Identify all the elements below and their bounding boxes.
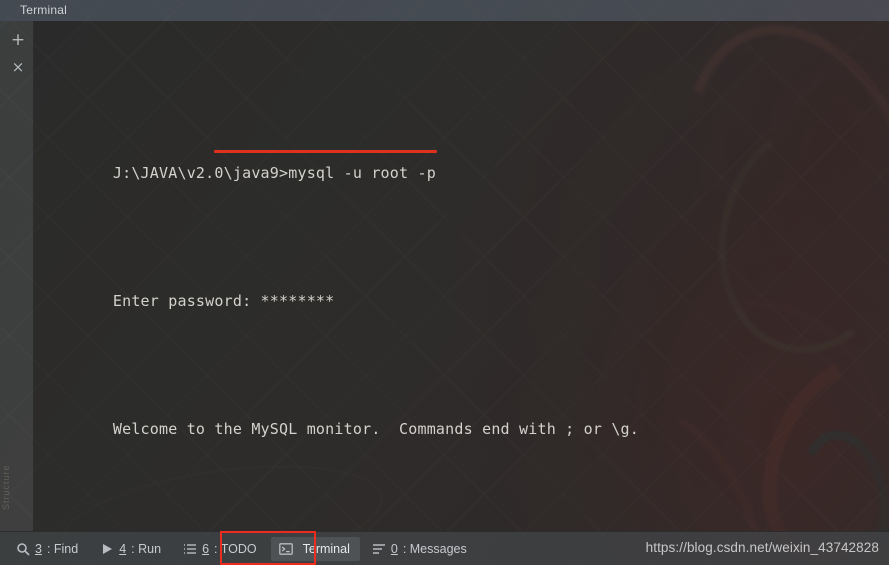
search-icon: [16, 542, 30, 556]
terminal-line: Welcome to the MySQL monitor. Commands e…: [39, 381, 889, 438]
status-item-label: : TODO: [214, 542, 257, 556]
status-item-find[interactable]: 3 : Find: [8, 537, 88, 561]
status-item-run[interactable]: 4 : Run: [92, 537, 171, 561]
list-icon: [183, 542, 197, 556]
watermark-url: https://blog.csdn.net/weixin_43742828: [645, 540, 879, 555]
edge-tool-label[interactable]: Structure: [1, 360, 11, 510]
status-item-label: Terminal: [302, 542, 350, 556]
status-bar-items: 3 : Find 4 : Run 6 : TODO Terminal 0: M…: [8, 532, 481, 565]
terminal-line: Your MySQL connection id is 549: [39, 509, 889, 531]
terminal-lines: J:\JAVA\v2.0\java9>mysql -u root -p Ente…: [39, 29, 889, 531]
new-session-button[interactable]: +: [9, 31, 27, 49]
status-item-number: 6: [202, 542, 210, 556]
tool-window-header: Terminal: [0, 0, 889, 21]
terminal-line: Enter password: ********: [39, 253, 889, 310]
play-icon: [100, 542, 114, 556]
terminal-line-text: Enter password: ********: [112, 292, 335, 310]
status-item-label: : Messages: [402, 542, 467, 556]
status-item-label: : Find: [46, 542, 79, 556]
ide-terminal-window: Terminal + × Structure J:\JAVA\v2.0\java…: [0, 0, 889, 565]
tool-window-title: Terminal: [20, 3, 67, 17]
command-red-underline: [214, 150, 437, 153]
status-item-todo[interactable]: 6 : TODO: [175, 537, 267, 561]
terminal-line-text: J:\JAVA\v2.0\java9>mysql -u root -p: [112, 164, 436, 182]
close-session-button[interactable]: ×: [9, 58, 27, 76]
terminal-icon: [278, 542, 293, 556]
status-item-number: 3: [35, 542, 42, 556]
status-item-number: 0: [390, 542, 398, 556]
terminal-line: J:\JAVA\v2.0\java9>mysql -u root -p: [39, 125, 889, 182]
messages-icon: [372, 542, 386, 556]
status-item-terminal[interactable]: Terminal: [270, 537, 360, 561]
terminal-output-panel[interactable]: J:\JAVA\v2.0\java9>mysql -u root -p Ente…: [34, 21, 889, 531]
status-item-number: 4: [119, 542, 127, 556]
terminal-line-text: Welcome to the MySQL monitor. Commands e…: [112, 420, 640, 438]
status-item-messages[interactable]: 0 : Messages: [364, 537, 477, 561]
status-item-label: : Run: [131, 542, 162, 556]
